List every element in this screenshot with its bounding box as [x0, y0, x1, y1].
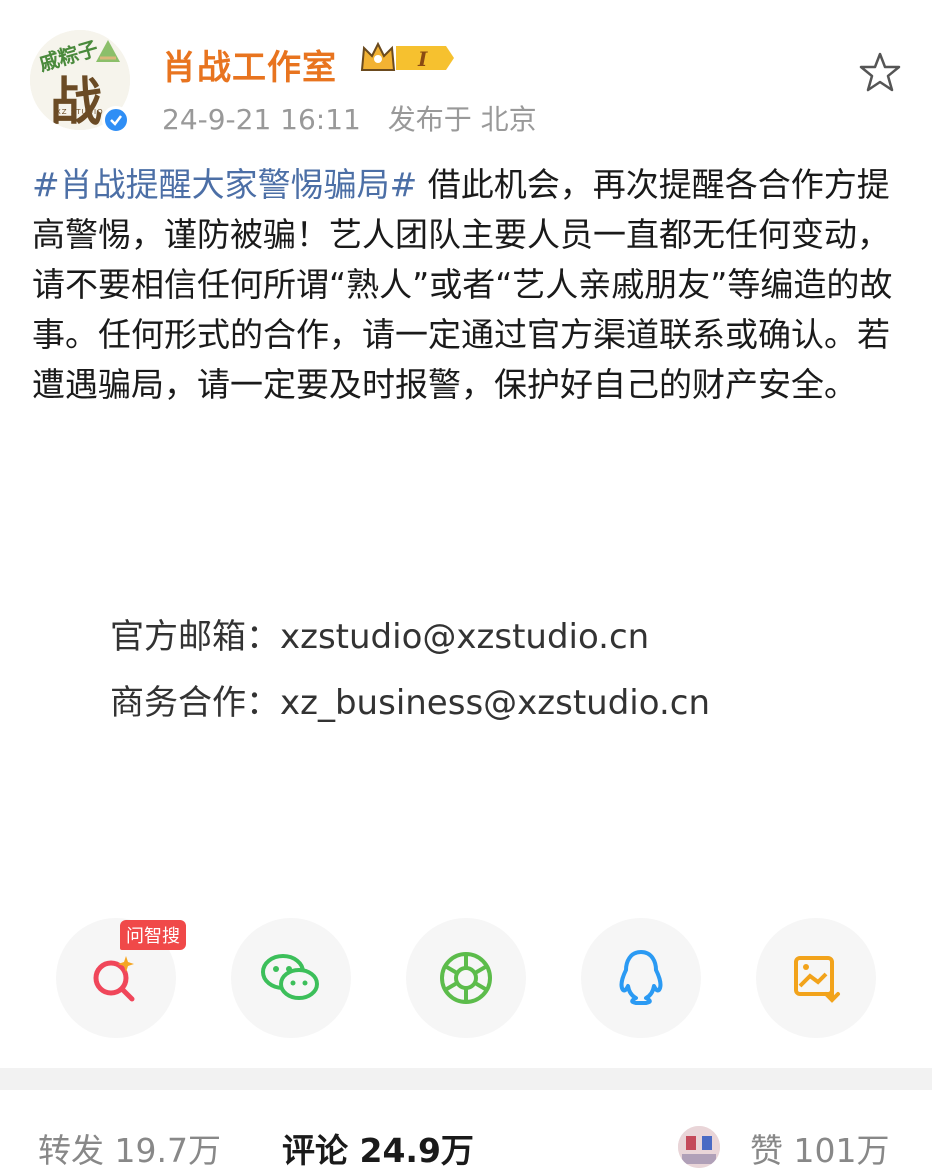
topic-link[interactable]: #肖战提醒大家警惕骗局#	[32, 165, 417, 204]
ai-search-icon	[93, 956, 135, 1002]
post-location: 发布于 北京	[387, 103, 537, 136]
wechat-icon	[261, 954, 319, 1000]
post-time: 24-9-21 16:11	[162, 103, 361, 136]
comment-count: 24.9万	[359, 1131, 474, 1170]
save-image-button[interactable]	[756, 918, 876, 1038]
post-actions-bar: 转发 19.7万 评论 24.9万 赞 101万	[0, 1090, 932, 1170]
liker-avatar[interactable]	[676, 1124, 722, 1170]
qq-icon	[619, 950, 663, 1005]
contacts-block: 官方邮箱：xzstudio@xzstudio.cn 商务合作：xz_busine…	[110, 604, 710, 736]
comment-label: 评论	[282, 1131, 348, 1170]
qq-share-button[interactable]	[581, 918, 701, 1038]
badge-level: I	[417, 47, 428, 71]
like-count: 101万	[793, 1131, 890, 1170]
author-name[interactable]: 肖战工作室	[162, 40, 337, 89]
save-image-icon	[794, 956, 840, 1003]
post-content: #肖战提醒大家警惕骗局# 借此机会，再次提醒各合作方提高警惕，谨防被骗！艺人团队…	[32, 160, 904, 410]
contact-value[interactable]: xzstudio@xzstudio.cn	[280, 617, 649, 657]
zongzi-icon	[96, 40, 120, 62]
moments-share-button[interactable]	[406, 918, 526, 1038]
contact-row-email: 官方邮箱：xzstudio@xzstudio.cn	[110, 604, 710, 670]
moments-icon	[440, 952, 492, 1004]
avatar-studio-text: XZ STUDIO	[56, 108, 104, 116]
post-meta: 24-9-21 16:11 发布于 北京	[162, 98, 555, 138]
wechat-share-button[interactable]	[231, 918, 351, 1038]
member-crown-badge-icon[interactable]: I	[358, 40, 458, 76]
like-label: 赞	[750, 1131, 783, 1170]
contact-label: 官方邮箱：	[110, 617, 280, 657]
liker-avatar-image	[678, 1126, 720, 1168]
favorite-star-icon[interactable]	[858, 50, 902, 94]
verified-badge-icon	[102, 106, 130, 134]
repost-count: 19.7万	[114, 1131, 221, 1170]
ai-search-tag: 问智搜	[120, 920, 186, 950]
avatar-big-char: 战	[50, 73, 103, 130]
section-divider	[0, 1068, 932, 1090]
contact-label: 商务合作：	[110, 683, 280, 723]
repost-label: 转发	[38, 1131, 104, 1170]
contact-row-business: 商务合作：xz_business@xzstudio.cn	[110, 670, 710, 736]
contact-value[interactable]: xz_business@xzstudio.cn	[280, 683, 710, 723]
